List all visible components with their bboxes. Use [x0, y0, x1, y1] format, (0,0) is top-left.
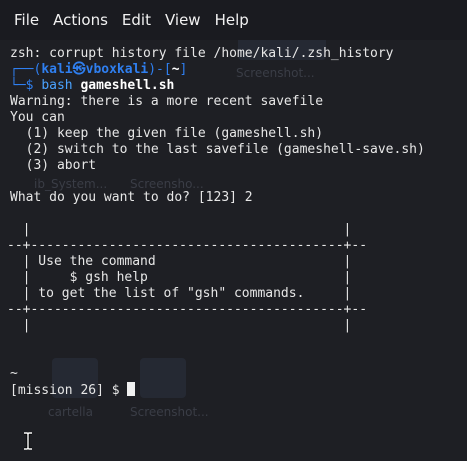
- mission-prompt: [mission 26] $: [10, 383, 128, 398]
- prompt-mid: )-[: [148, 62, 172, 77]
- box-top-line: | |: [7, 222, 352, 237]
- command-script: gameshell.sh: [80, 78, 175, 93]
- box-bottom-line: | |: [7, 318, 352, 333]
- prompt-path: ~: [171, 62, 180, 77]
- question-line: What do you want to do? [123] 2: [10, 190, 253, 205]
- option-2-line: (2) switch to the last savefile (gameshe…: [10, 142, 425, 157]
- tilde-line: ~: [10, 366, 18, 381]
- menu-actions[interactable]: Actions: [39, 11, 108, 29]
- box-text-line-2: | $ gsh help |: [7, 270, 352, 285]
- menu-edit[interactable]: Edit: [108, 11, 151, 29]
- terminal-output[interactable]: zsh: corrupt history file /home/kali/.zs…: [0, 44, 467, 461]
- box-separator-top: --+-------------------------------------…: [7, 238, 368, 253]
- box-text-line-1: | Use the command |: [7, 254, 352, 269]
- prompt-user: kali㉿vboxkali: [41, 62, 149, 77]
- mission-prompt-line[interactable]: [mission 26] $: [10, 382, 136, 398]
- menu-help[interactable]: Help: [201, 11, 249, 29]
- prompt-header-line: ┌──(kali㉿vboxkali)-[~]: [10, 62, 187, 78]
- history-error-line: zsh: corrupt history file /home/kali/.zs…: [10, 46, 394, 61]
- warning-line: Warning: there is a more recent savefile: [10, 94, 324, 109]
- menu-view[interactable]: View: [151, 11, 201, 29]
- option-1-line: (1) keep the given file (gameshell.sh): [10, 126, 324, 141]
- text-cursor: [127, 382, 136, 396]
- prompt-close: ]: [179, 62, 188, 77]
- menu-file[interactable]: File: [0, 11, 39, 29]
- box-separator-bottom: --+-------------------------------------…: [7, 302, 368, 317]
- prompt-open: ┌──(: [10, 62, 42, 77]
- option-3-line: (3) abort: [10, 158, 97, 173]
- ibeam-cursor-icon: [24, 432, 32, 450]
- menu-bar: File Actions Edit View Help: [0, 0, 467, 40]
- command-bash: bash: [41, 78, 81, 93]
- you-can-line: You can: [10, 110, 65, 125]
- command-line: └─$ bash gameshell.sh: [10, 78, 174, 94]
- box-text-line-3: | to get the list of "gsh" commands. |: [7, 286, 352, 301]
- terminal-window: Screenshot... ib_System... Screensho... …: [0, 0, 467, 461]
- prompt-arrow: └─$: [10, 78, 42, 93]
